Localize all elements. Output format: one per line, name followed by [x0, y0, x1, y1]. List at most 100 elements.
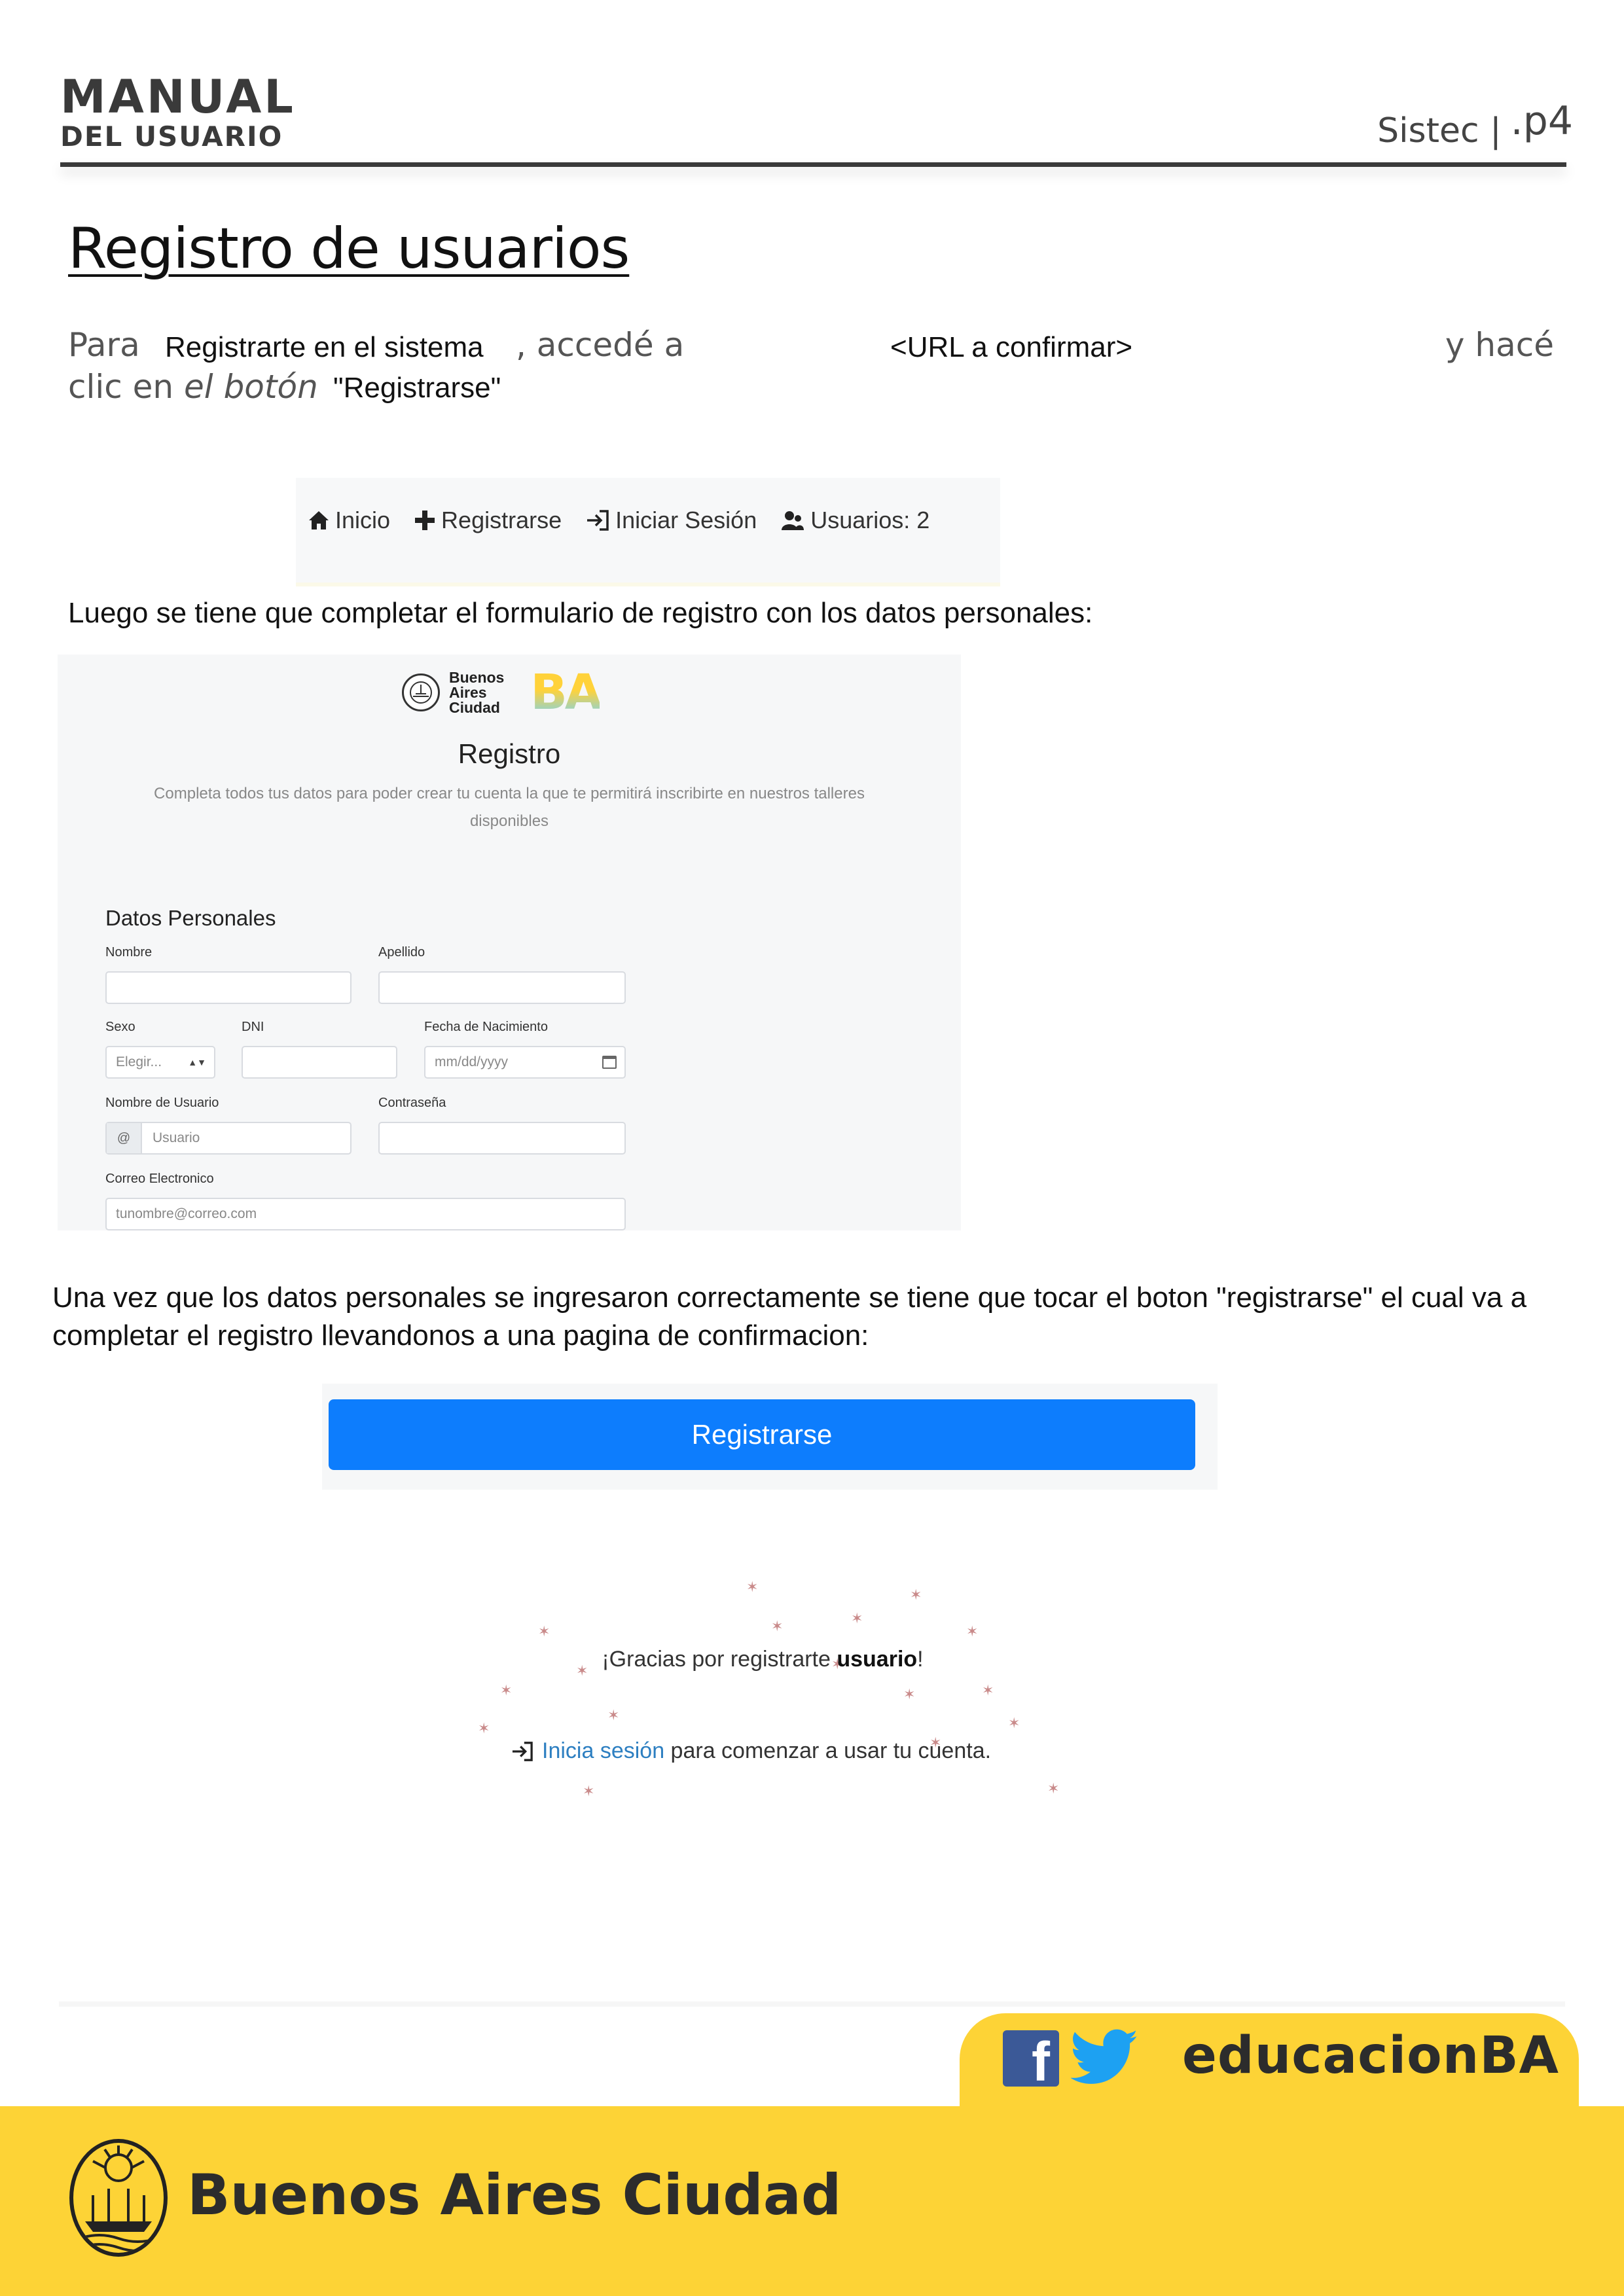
intro-registrarte: Registrarte en el sistema	[165, 331, 484, 363]
registrarse-button[interactable]: Registrarse	[329, 1399, 1195, 1470]
header-divider	[60, 162, 1566, 167]
thanks-suffix: !	[917, 1647, 924, 1672]
thanks-prefix: ¡Gracias por registrarte	[602, 1647, 837, 1672]
star-decoration: ✶	[478, 1720, 490, 1736]
footer-band: Buenos Aires Ciudad	[0, 2106, 1624, 2296]
label-usuario: Nombre de Usuario	[105, 1096, 219, 1110]
fecha-input[interactable]: mm/dd/yyyy	[424, 1046, 626, 1079]
intro-clic-text: clic en	[68, 368, 185, 406]
login-icon	[512, 1741, 533, 1761]
inicia-sesion-link[interactable]: Inicia sesión	[542, 1738, 664, 1763]
social-tab: f educacionBA	[960, 2013, 1579, 2115]
navbar-screenshot: Inicio Registrarse Iniciar Sesión Usuari…	[296, 478, 1000, 586]
confirm-instructions: Una vez que los datos personales se ingr…	[52, 1282, 1527, 1352]
star-decoration: ✶	[607, 1707, 620, 1723]
login-prompt: Inicia sesión para comenzar a usar tu cu…	[511, 1738, 991, 1764]
nav-item-label: Registrarse	[441, 507, 562, 533]
star-decoration: ✶	[910, 1587, 922, 1603]
thanks-user: usuario	[837, 1647, 918, 1672]
brand-line-2: DEL USUARIO	[60, 120, 283, 152]
correo-placeholder: tunombre@correo.com	[116, 1206, 257, 1221]
nav-item-label: Iniciar Sesión	[615, 507, 757, 533]
footer-divider	[59, 2001, 1565, 2007]
page-header-meta: Sistec | .p4	[1377, 98, 1573, 151]
label-correo: Correo Electronico	[105, 1172, 214, 1186]
calendar-icon[interactable]	[602, 1056, 617, 1069]
label-fecha: Fecha de Nacimiento	[424, 1020, 548, 1034]
logo-text-line: Buenos	[449, 668, 505, 686]
star-decoration: ✶	[966, 1623, 979, 1640]
navbar-items: Inicio Registrarse Iniciar Sesión Usuari…	[308, 507, 929, 534]
facebook-icon[interactable]: f	[1003, 2030, 1059, 2087]
star-decoration: ✶	[851, 1610, 863, 1626]
logo-text-line: Aires	[449, 683, 487, 701]
intro-url: <URL a confirmar>	[890, 331, 1133, 363]
manual-brand: MANUAL DEL USUARIO	[60, 72, 296, 152]
home-icon	[309, 511, 329, 529]
apellido-input[interactable]	[378, 971, 626, 1004]
nav-item-inicio[interactable]: Inicio	[308, 507, 390, 534]
registration-form-screenshot: Buenos Aires Ciudad BA Registro Completa…	[58, 655, 961, 1230]
plus-icon	[415, 511, 435, 530]
intro-hace: y hacé	[1445, 326, 1554, 364]
page-title: Registro de usuarios	[68, 216, 630, 281]
logo-text: Buenos Aires Ciudad	[449, 670, 504, 715]
label-nombre: Nombre	[105, 945, 153, 960]
select-arrows-icon: ▲▼	[188, 1057, 206, 1067]
star-decoration: ✶	[1008, 1715, 1020, 1731]
system-name: Sistec |	[1377, 111, 1502, 151]
social-handle: educacionBA	[1182, 2026, 1560, 2085]
intro-accede: , accedé a	[516, 326, 685, 364]
fecha-placeholder: mm/dd/yyyy	[435, 1054, 509, 1069]
page-number: .p4	[1510, 98, 1573, 144]
login-prompt-rest: para comenzar a usar tu cuenta.	[664, 1738, 992, 1763]
register-button-screenshot: Registrarse	[322, 1384, 1218, 1490]
nav-item-label: Inicio	[335, 507, 391, 533]
usuario-placeholder: Usuario	[153, 1130, 200, 1145]
intro-clic: clic en el botón	[68, 368, 318, 406]
usuario-input[interactable]: @ Usuario	[105, 1122, 352, 1155]
city-name: Buenos Aires Ciudad	[187, 2162, 842, 2228]
star-decoration: ✶	[500, 1682, 513, 1698]
form-subtitle: Completa todos tus datos para poder crea…	[154, 785, 865, 830]
intro-boton: el botón	[184, 368, 318, 406]
dni-input[interactable]	[242, 1046, 397, 1079]
star-decoration: ✶	[538, 1623, 550, 1640]
nav-item-label: Usuarios: 2	[810, 507, 930, 533]
city-seal-icon	[69, 2139, 168, 2257]
logo-text-line: Ciudad	[449, 698, 500, 716]
nav-item-usuarios[interactable]: Usuarios: 2	[780, 507, 929, 534]
confirmation-screenshot: ✶ ✶ ✶ ✶ ✶ ✶ ✶ ✶ ✶ ✶ ✶ ✶ ✶ ✶ ✶ ✶ ✶ ¡Graci…	[458, 1571, 1067, 1800]
nav-item-iniciar-sesion[interactable]: Iniciar Sesión	[585, 507, 757, 534]
form-logo: Buenos Aires Ciudad BA	[402, 664, 602, 721]
sexo-select[interactable]: Elegir... ▲▼	[105, 1046, 215, 1079]
star-decoration: ✶	[583, 1783, 595, 1799]
star-decoration: ✶	[1047, 1780, 1060, 1797]
nombre-input[interactable]	[105, 971, 352, 1004]
nav-item-registrarse[interactable]: Registrarse	[414, 507, 562, 534]
intro-registrarse-quoted: "Registrarse"	[333, 372, 501, 404]
form-title: Registro	[458, 738, 561, 769]
form-instructions: Luego se tiene que completar el formular…	[68, 597, 1093, 629]
star-decoration: ✶	[903, 1686, 916, 1702]
users-icon	[782, 511, 804, 530]
star-decoration: ✶	[771, 1618, 784, 1634]
sexo-value: Elegir...	[116, 1054, 162, 1069]
brand-line-1: MANUAL	[60, 70, 296, 124]
label-sexo: Sexo	[105, 1020, 135, 1034]
label-apellido: Apellido	[378, 945, 425, 960]
intro-para: Para	[68, 326, 140, 364]
ba-logo: BA	[530, 664, 602, 721]
correo-input[interactable]: tunombre@correo.com	[105, 1198, 626, 1230]
login-icon	[587, 510, 609, 531]
star-decoration: ✶	[982, 1682, 994, 1698]
city-seal-icon	[402, 673, 440, 711]
thanks-message: ¡Gracias por registrarte usuario!	[458, 1647, 1067, 1672]
twitter-icon[interactable]	[1071, 2028, 1139, 2088]
at-sign-addon: @	[107, 1123, 142, 1153]
contrasena-input[interactable]	[378, 1122, 626, 1155]
label-dni: DNI	[242, 1020, 264, 1034]
label-contrasena: Contraseña	[378, 1096, 446, 1110]
star-decoration: ✶	[746, 1579, 759, 1595]
form-section-title: Datos Personales	[105, 906, 276, 930]
